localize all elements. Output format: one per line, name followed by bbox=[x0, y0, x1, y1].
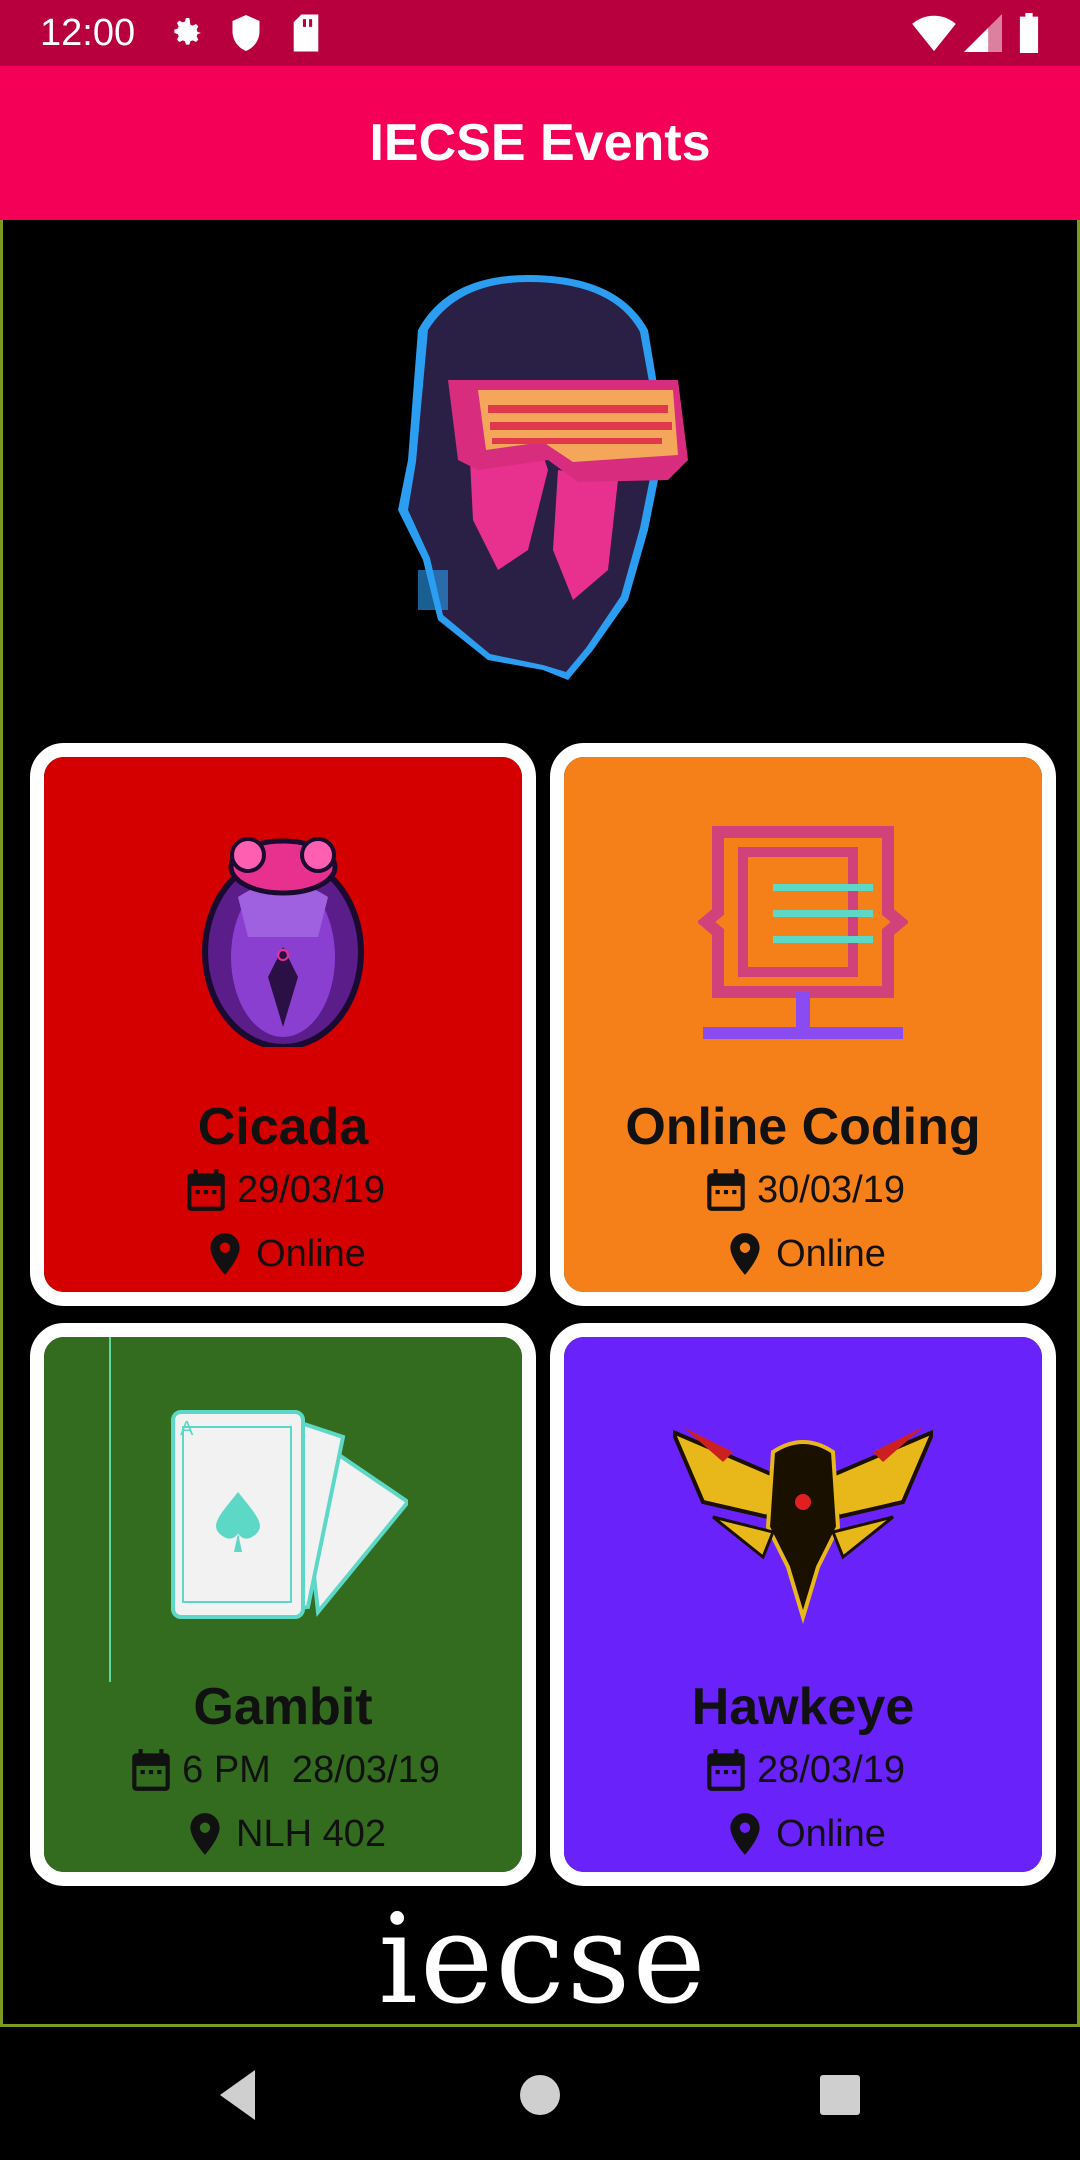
event-date-row: 29/03/19 bbox=[44, 1165, 522, 1215]
event-location: Online bbox=[256, 1232, 366, 1275]
event-location: Online bbox=[776, 1232, 886, 1275]
recents-button[interactable] bbox=[805, 2060, 875, 2130]
app-bar: IECSE Events bbox=[0, 66, 1080, 220]
calendar-icon bbox=[701, 1745, 751, 1795]
calendar-icon bbox=[701, 1165, 751, 1215]
event-location-row: Online bbox=[564, 1229, 1042, 1279]
event-card-gambit[interactable]: A Gambit 6 PM 28/03/19 NLH 402 bbox=[30, 1323, 536, 1886]
event-card-cicada[interactable]: Cicada 29/03/19 Online bbox=[30, 743, 536, 1306]
events-content: Cicada 29/03/19 Online Online Coding 30/… bbox=[0, 220, 1080, 2027]
back-button[interactable] bbox=[205, 2060, 275, 2130]
event-title: Online Coding bbox=[625, 1098, 981, 1156]
location-pin-icon bbox=[180, 1809, 230, 1859]
eagle-icon bbox=[564, 1397, 1042, 1637]
location-pin-icon bbox=[200, 1229, 250, 1279]
event-date-row: 6 PM 28/03/19 bbox=[44, 1745, 522, 1795]
event-date: 6 PM 28/03/19 bbox=[182, 1748, 440, 1791]
event-title: Gambit bbox=[193, 1678, 373, 1736]
settings-icon bbox=[166, 13, 206, 58]
battery-icon bbox=[1018, 13, 1040, 58]
event-date: 28/03/19 bbox=[757, 1748, 905, 1791]
cell-signal-icon bbox=[964, 13, 1002, 58]
event-location: Online bbox=[776, 1812, 886, 1855]
event-title: Cicada bbox=[197, 1098, 369, 1156]
event-location-row: NLH 402 bbox=[44, 1809, 522, 1859]
event-card-online-coding[interactable]: Online Coding 30/03/19 Online bbox=[550, 743, 1056, 1306]
event-location: NLH 402 bbox=[236, 1812, 386, 1855]
status-bar: 12:00 bbox=[0, 0, 1080, 66]
cicada-icon bbox=[44, 817, 522, 1057]
calendar-icon bbox=[181, 1165, 231, 1215]
event-location-row: Online bbox=[564, 1809, 1042, 1859]
app-title: IECSE Events bbox=[369, 114, 711, 172]
calendar-icon bbox=[126, 1745, 176, 1795]
svg-text:A: A bbox=[180, 1418, 194, 1440]
coding-monitor-icon bbox=[564, 817, 1042, 1057]
navigation-bar bbox=[0, 2027, 1080, 2160]
playing-cards-icon: A bbox=[44, 1397, 522, 1637]
hero-avatar-illustration bbox=[378, 270, 708, 690]
home-button[interactable] bbox=[505, 2060, 575, 2130]
sd-card-icon bbox=[290, 13, 322, 58]
event-card-hawkeye[interactable]: Hawkeye 28/03/19 Online bbox=[550, 1323, 1056, 1886]
status-time: 12:00 bbox=[40, 12, 136, 54]
wifi-icon bbox=[912, 13, 956, 58]
location-pin-icon bbox=[720, 1809, 770, 1859]
event-date-row: 30/03/19 bbox=[564, 1165, 1042, 1215]
event-date-row: 28/03/19 bbox=[564, 1745, 1042, 1795]
shield-icon bbox=[228, 13, 264, 58]
event-location-row: Online bbox=[44, 1229, 522, 1279]
event-date: 29/03/19 bbox=[237, 1168, 385, 1211]
iecse-logo: iecse bbox=[378, 1888, 708, 2032]
event-title: Hawkeye bbox=[691, 1678, 915, 1736]
location-pin-icon bbox=[720, 1229, 770, 1279]
event-date: 30/03/19 bbox=[757, 1168, 905, 1211]
